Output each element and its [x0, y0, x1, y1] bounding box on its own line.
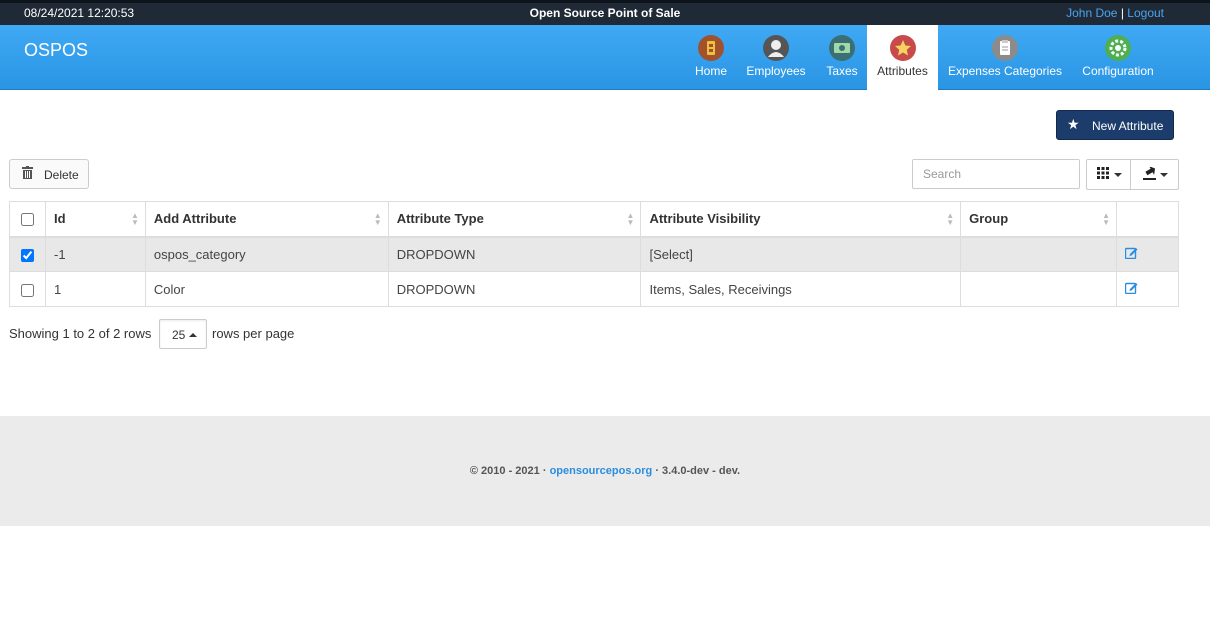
pagination-info: Showing 1 to 2 of 2 rows	[9, 326, 152, 341]
employee-icon	[763, 35, 789, 61]
nav-configuration-label: Configuration	[1082, 64, 1154, 78]
brand-logo[interactable]: OSPOS	[24, 40, 88, 61]
column-header-add-attribute[interactable]: Add Attribute ▲ ▼	[144, 201, 389, 238]
nav-attributes[interactable]: Attributes	[867, 25, 938, 90]
chevron-down-icon	[1160, 173, 1168, 177]
delete-label: Delete	[44, 168, 79, 182]
attributes-table: Id ▲ ▼ Add Attribute ▲ ▼ Attribute Type ▲ ▼…	[9, 201, 1179, 307]
columns-toggle-button[interactable]	[1086, 159, 1131, 190]
column-header-label: Id	[53, 211, 66, 227]
nav-configuration[interactable]: Configuration	[1078, 25, 1158, 90]
cell-visibility: [Select]	[640, 236, 962, 272]
cell-name: ospos_category	[144, 236, 389, 272]
column-header-id[interactable]: Id ▲ ▼	[44, 201, 146, 238]
grid-icon	[1097, 167, 1109, 182]
export-button[interactable]	[1131, 159, 1179, 190]
gear-icon	[1105, 35, 1131, 61]
nav-taxes[interactable]: Taxes	[820, 25, 864, 90]
page-size-value: 25	[172, 328, 186, 342]
user-name-link[interactable]: John Doe	[1066, 6, 1117, 20]
table-header-row: Id ▲ ▼ Add Attribute ▲ ▼ Attribute Type ▲ ▼…	[9, 201, 1179, 238]
nav-employees[interactable]: Employees	[742, 25, 810, 90]
footer-version: · 3.4.0-dev - dev.	[655, 465, 741, 477]
sort-icon: ▲ ▼	[1102, 211, 1110, 227]
user-links: John Doe | Logout	[1066, 6, 1164, 20]
trash-icon	[22, 166, 33, 182]
clipboard-icon	[992, 35, 1018, 61]
cell-id: 1	[44, 271, 146, 307]
row-select-cell	[9, 236, 46, 272]
chevron-down-icon	[1114, 173, 1122, 177]
nav-home-label: Home	[694, 64, 727, 78]
page-footer: © 2010 - 2021 · opensourcepos.org · 3.4.…	[0, 416, 1210, 526]
sort-icon: ▲ ▼	[946, 211, 955, 227]
top-status-bar: 08/24/2021 12:20:53 Open Source Point of…	[0, 0, 1210, 25]
column-header-label: Attribute Type	[396, 211, 484, 227]
table-row[interactable]: 1 Color DROPDOWN Items, Sales, Receiving…	[9, 271, 1179, 307]
search-input[interactable]	[912, 159, 1080, 189]
delete-button[interactable]: Delete	[9, 159, 89, 189]
edit-icon[interactable]	[1124, 281, 1138, 297]
user-separator: |	[1120, 6, 1124, 20]
row-checkbox[interactable]	[20, 283, 34, 297]
nav-home[interactable]: Home	[688, 25, 734, 90]
home-icon	[698, 35, 724, 61]
nav-employees-label: Employees	[746, 64, 806, 78]
page-size-dropdown[interactable]: 25	[159, 319, 207, 349]
cell-type: DROPDOWN	[387, 271, 642, 307]
sort-icon: ▲ ▼	[373, 211, 382, 227]
column-header-attribute-type[interactable]: Attribute Type ▲ ▼	[387, 201, 642, 238]
column-header-label: Attribute Visibility	[649, 211, 761, 227]
column-header-group[interactable]: Group ▲ ▼	[960, 201, 1117, 238]
rows-per-page-label: rows per page	[212, 326, 295, 341]
column-header-actions	[1116, 201, 1179, 238]
cell-visibility: Items, Sales, Receivings	[640, 271, 962, 307]
footer-link[interactable]: opensourcepos.org	[550, 465, 653, 477]
row-checkbox[interactable]	[20, 248, 34, 262]
main-navbar: OSPOS Home Employees Taxes Attributes Ex…	[0, 25, 1210, 90]
cell-id: -1	[44, 236, 146, 272]
table-row[interactable]: -1 ospos_category DROPDOWN [Select]	[9, 236, 1179, 272]
sort-icon: ▲ ▼	[130, 211, 139, 227]
new-attribute-button[interactable]: ★ New Attribute	[1056, 110, 1174, 140]
footer-copyright: © 2010 - 2021 ·	[469, 465, 547, 477]
sort-icon: ▲ ▼	[626, 211, 635, 227]
column-header-label: Group	[969, 211, 1009, 227]
tax-icon	[829, 35, 855, 61]
nav-taxes-label: Taxes	[826, 64, 858, 78]
footer-line: © 2010 - 2021 · opensourcepos.org · 3.4.…	[0, 465, 1210, 477]
select-all-header	[9, 201, 46, 238]
star-icon	[889, 35, 916, 61]
cell-group	[960, 271, 1117, 307]
nav-attributes-label: Attributes	[877, 64, 928, 78]
column-header-label: Add Attribute	[153, 211, 237, 227]
nav-expenses-categories-label: Expenses Categories	[947, 64, 1063, 78]
cell-actions	[1116, 236, 1179, 272]
nav-expenses-categories[interactable]: Expenses Categories	[944, 25, 1066, 90]
row-select-cell	[9, 271, 46, 307]
edit-icon[interactable]	[1124, 246, 1138, 262]
cell-type: DROPDOWN	[387, 236, 642, 272]
export-icon	[1143, 166, 1156, 183]
caret-up-icon	[189, 333, 197, 337]
select-all-checkbox[interactable]	[20, 213, 34, 227]
logout-link[interactable]: Logout	[1127, 6, 1164, 20]
cell-actions	[1116, 271, 1179, 307]
cell-group	[960, 236, 1117, 272]
new-attribute-label: New Attribute	[1092, 119, 1164, 133]
star-icon: ★	[1067, 116, 1080, 132]
app-title: Open Source Point of Sale	[529, 6, 681, 20]
column-header-attribute-visibility[interactable]: Attribute Visibility ▲ ▼	[640, 201, 962, 238]
cell-name: Color	[144, 271, 389, 307]
